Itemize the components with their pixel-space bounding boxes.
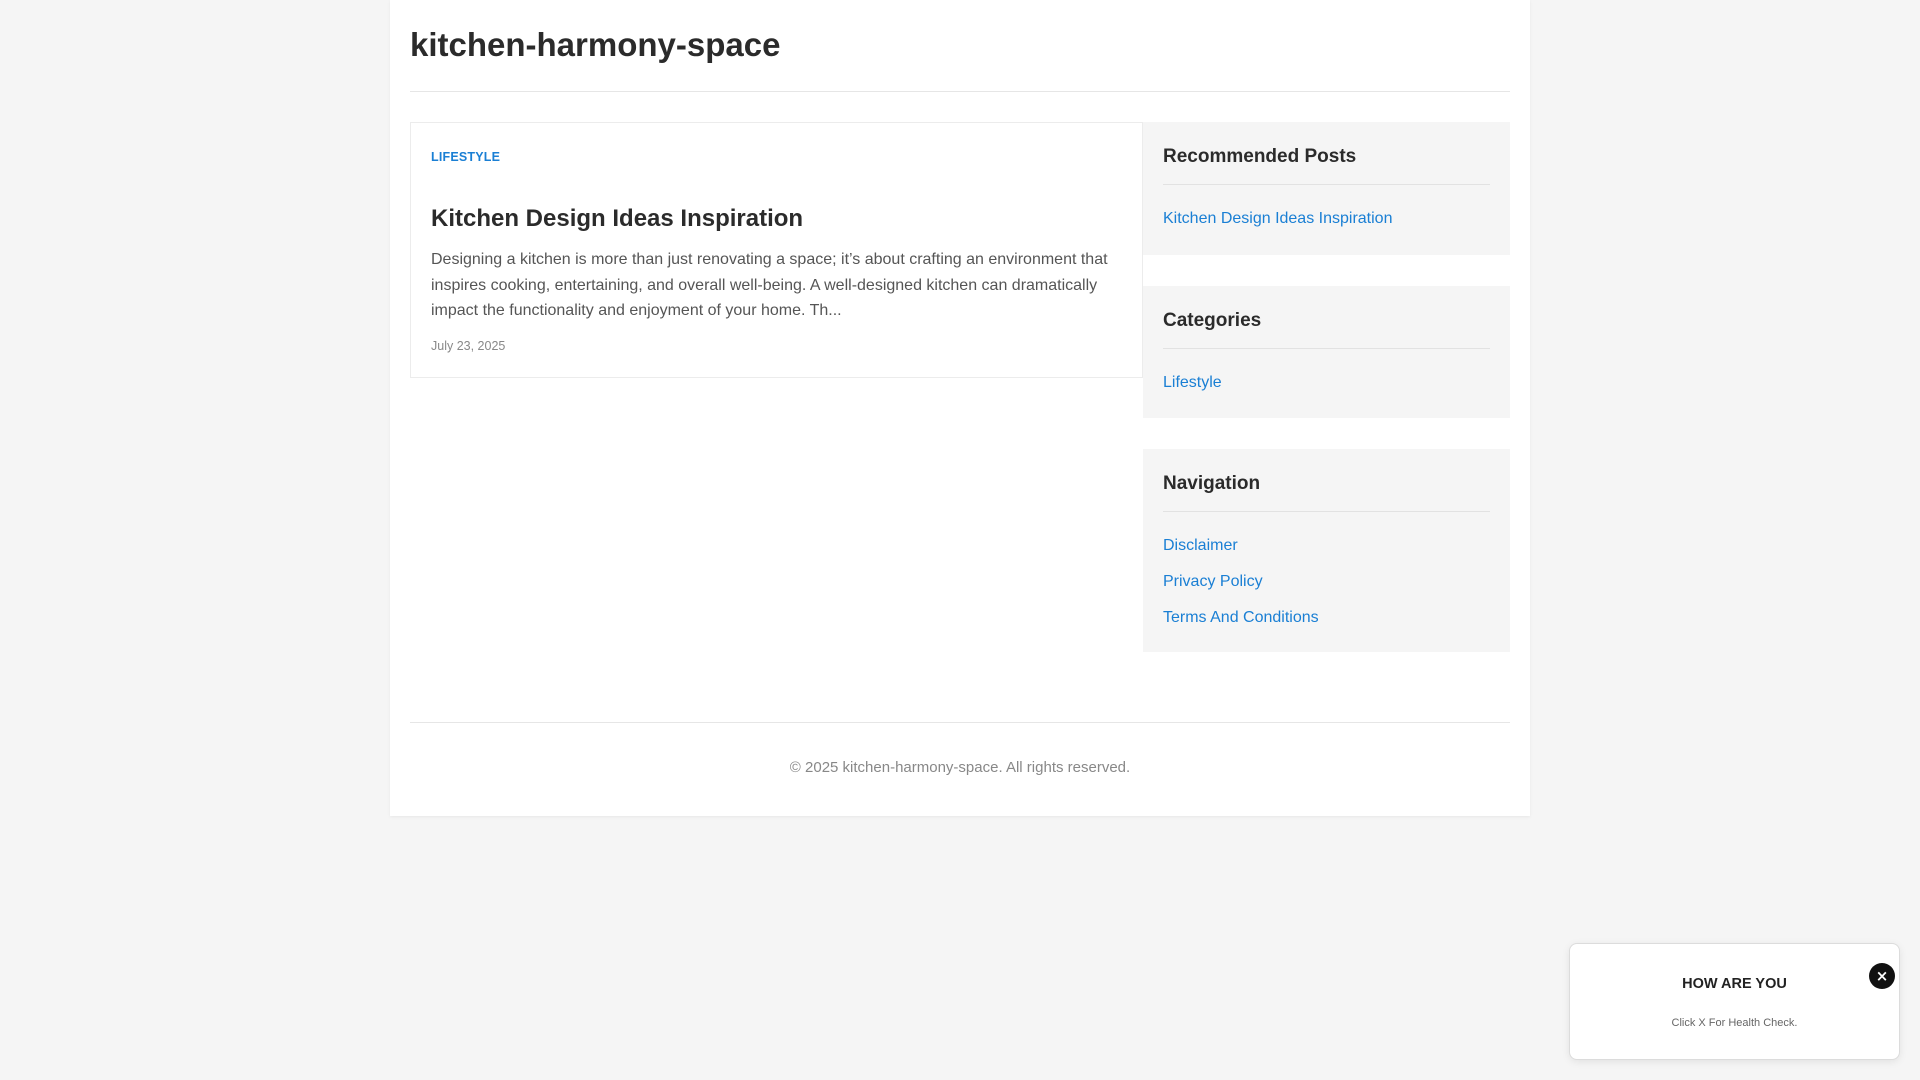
category-link-lifestyle[interactable]: Lifestyle	[1163, 374, 1222, 391]
navigation-widget: Navigation Disclaimer Privacy Policy Ter…	[1143, 449, 1510, 652]
popup-text: Click X For Health Check.	[1671, 1017, 1798, 1029]
page-container: kitchen-harmony-space LIFESTYLE Kitchen …	[390, 0, 1530, 816]
list-item: Disclaimer	[1163, 528, 1490, 564]
nav-link-terms[interactable]: Terms And Conditions	[1163, 609, 1319, 626]
site-footer: © 2025 kitchen-harmony-space. All rights…	[410, 722, 1510, 776]
main-content: LIFESTYLE Kitchen Design Ideas Inspirati…	[410, 122, 1510, 692]
list-item: Kitchen Design Ideas Inspiration	[1163, 201, 1490, 237]
post-category-link[interactable]: LIFESTYLE	[431, 150, 500, 164]
recommended-posts-widget: Recommended Posts Kitchen Design Ideas I…	[1143, 122, 1510, 255]
navigation-list: Disclaimer Privacy Policy Terms And Cond…	[1163, 512, 1490, 654]
popup-title: HOW ARE YOU	[1682, 976, 1787, 992]
widget-title: Navigation	[1163, 449, 1490, 512]
nav-link-disclaimer[interactable]: Disclaimer	[1163, 537, 1238, 554]
widget-title: Recommended Posts	[1163, 122, 1490, 185]
categories-list: Lifestyle	[1163, 349, 1490, 419]
recommended-post-link[interactable]: Kitchen Design Ideas Inspiration	[1163, 210, 1392, 227]
widget-title: Categories	[1163, 286, 1490, 349]
list-item: Terms And Conditions	[1163, 600, 1490, 636]
list-item: Lifestyle	[1163, 365, 1490, 401]
post-excerpt: Designing a kitchen is more than just re…	[431, 251, 1108, 319]
categories-widget: Categories Lifestyle	[1143, 286, 1510, 418]
health-check-popup: × HOW ARE YOU Click X For Health Check.	[1569, 943, 1900, 1060]
site-header: kitchen-harmony-space	[410, 0, 1510, 92]
sidebar: Recommended Posts Kitchen Design Ideas I…	[1143, 122, 1510, 683]
recommended-posts-list: Kitchen Design Ideas Inspiration	[1163, 185, 1490, 255]
post-date: July 23, 2025	[431, 339, 506, 353]
post-title[interactable]: Kitchen Design Ideas Inspiration	[431, 205, 803, 233]
list-item: Privacy Policy	[1163, 564, 1490, 600]
site-title[interactable]: kitchen-harmony-space	[410, 26, 780, 64]
post-card: LIFESTYLE Kitchen Design Ideas Inspirati…	[410, 122, 1143, 378]
nav-link-privacy-policy[interactable]: Privacy Policy	[1163, 573, 1263, 590]
footer-copyright: © 2025 kitchen-harmony-space. All rights…	[789, 759, 1131, 776]
